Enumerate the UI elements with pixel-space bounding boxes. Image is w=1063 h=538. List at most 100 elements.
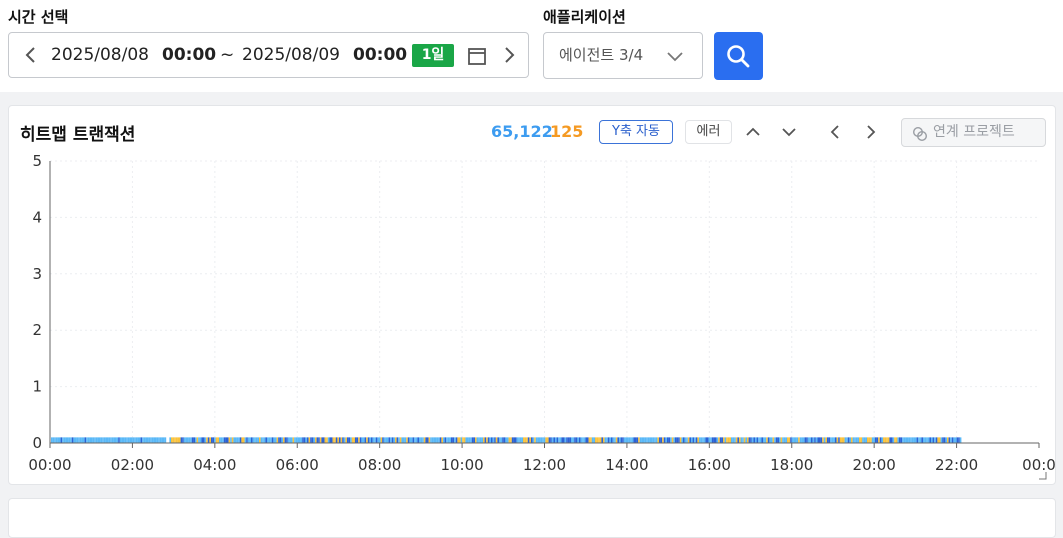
heatmap-cell [761,437,763,443]
heatmap-cell [747,437,749,443]
heatmap-cell [196,437,199,443]
heatmap-cell [308,437,311,443]
heatmap-cell [609,437,611,443]
heatmap-cell [948,437,951,443]
heatmap-cell [875,437,877,443]
heatmap-cell [265,437,267,443]
heatmap-cell [273,437,275,443]
heatmap-cell [814,437,816,443]
heatmap-cell [467,437,469,443]
heatmap-cell [441,437,443,443]
linked-project-button[interactable]: 연계 프로젝트 [901,118,1046,147]
heatmap-cell [763,437,765,443]
heatmap-cell [257,437,259,443]
heatmap-cell [678,437,680,443]
heatmap-chart[interactable]: 5 4 3 2 1 0 00:00 02:00 04:00 06:00 08:00 10:00 12:… [9,106,1055,484]
heatmap-cell [553,437,555,443]
heatmap-cell [942,437,944,443]
time-select-label: 시간 선택 [8,8,69,26]
heatmap-cell [739,437,741,443]
heatmap-cell [807,437,810,443]
chevron-left-icon[interactable] [22,46,40,64]
heatmap-cell [604,437,607,443]
heatmap-cell [148,437,151,443]
heatmap-cell [115,437,117,443]
heatmap-cell [907,437,909,443]
chevron-left-icon[interactable] [828,125,842,139]
chevron-up-icon[interactable] [746,125,760,139]
heatmap-cell [81,437,83,443]
heatmap-cell [206,437,208,443]
heatmap-cell [559,437,562,443]
calendar-icon[interactable] [467,46,487,66]
time-range-picker[interactable]: 2025/08/08 00:00 ~ 2025/08/09 00:00 1일 [8,32,529,78]
heatmap-cell [951,437,954,443]
normal-count: 65,122 [491,122,553,141]
heatmap-cell [270,437,272,443]
heatmap-cell [142,437,144,443]
heatmap-cell [238,437,240,443]
heatmap-cell [764,437,767,443]
heatmap-cell [841,437,843,443]
heatmap-cell [479,437,482,443]
application-select[interactable]: 에이전트 3/4 [543,32,703,79]
heatmap-cell [73,437,75,443]
heatmap-cell [459,437,461,443]
heatmap-cell [63,437,66,443]
heatmap-cell [387,437,389,443]
range-badge[interactable]: 1일 [412,44,454,67]
heatmap-cell [420,437,423,443]
heatmap-cell [923,437,925,443]
heatmap-cell [582,437,584,443]
search-button[interactable] [714,32,763,80]
heatmap-cell [651,437,653,443]
heatmap-cell [89,437,91,443]
heatmap-cell [687,437,690,443]
heatmap-cell [350,437,352,443]
heatmap-cell [276,437,279,443]
heatmap-cell [689,437,691,443]
heatmap-cell [340,437,343,443]
heatmap-cell [143,437,146,443]
heatmap-cell [555,437,557,443]
end-time[interactable]: 00:00 [353,33,407,77]
heatmap-cell [132,437,135,443]
start-time[interactable]: 00:00 [162,33,216,77]
heatmap-cell [774,437,776,443]
chevron-right-icon[interactable] [864,125,878,139]
end-date[interactable]: 2025/08/09 [242,33,340,77]
search-icon [727,45,750,68]
heatmap-cell [275,437,277,443]
heatmap-cell [745,437,747,443]
heatmap-cell [460,437,463,443]
heatmap-cell [465,437,467,443]
heatmap-cell [838,437,840,443]
heatmap-cell [643,437,645,443]
heatmap-cell [566,437,568,443]
heatmap-cell [897,437,899,443]
error-filter-button[interactable]: 에러 [685,120,732,144]
heatmap-cell [427,437,429,443]
heatmap-cell [201,437,203,443]
heatmap-cell [955,437,957,443]
heatmap-cell [649,437,651,443]
heatmap-cell [67,437,69,443]
heatmap-cell [235,437,237,443]
heatmap-cell [705,437,707,443]
heatmap-cell [539,437,541,443]
heatmap-cell [94,437,96,443]
heatmap-cell [390,437,392,443]
range-separator: ~ [220,45,235,65]
heatmap-cell [388,437,391,443]
heatmap-cell [558,437,560,443]
heatmap-cell [481,437,483,443]
heatmap-cell [164,437,167,443]
heatmap-cell [369,437,371,443]
chevron-down-icon[interactable] [782,125,796,139]
chevron-right-icon[interactable] [500,46,518,64]
heatmap-cell [926,437,928,443]
heatmap-cell [246,437,248,443]
heatmap-cell [726,437,728,443]
start-date[interactable]: 2025/08/08 [51,33,149,77]
y-axis-auto-button[interactable]: Y축 자동 [599,120,673,144]
